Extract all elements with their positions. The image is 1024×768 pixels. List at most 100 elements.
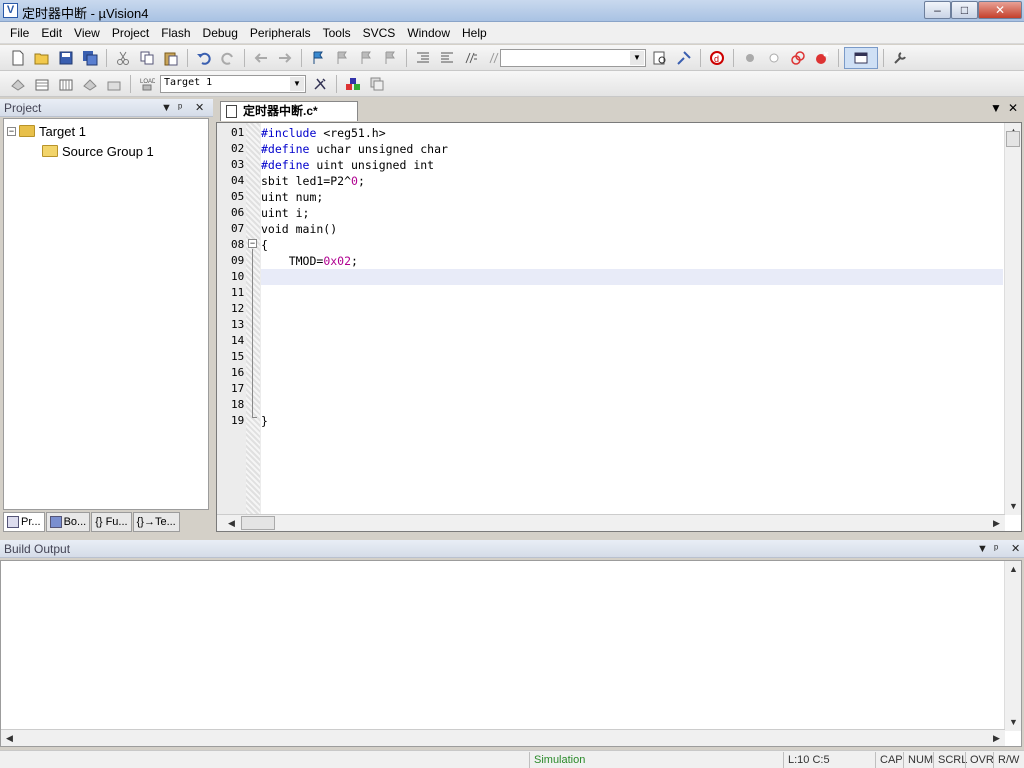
- scroll-down-icon[interactable]: ▼: [1005, 498, 1022, 515]
- code-line[interactable]: sbit led1=P2^0;: [261, 173, 365, 189]
- menu-svcs[interactable]: SVCS: [357, 22, 402, 44]
- code-line[interactable]: }: [261, 413, 268, 429]
- panel-close-icon[interactable]: ✕: [195, 99, 204, 117]
- stop-build-icon[interactable]: [103, 73, 125, 95]
- fold-collapse-icon[interactable]: −: [248, 239, 257, 248]
- enable-breakpoint-icon[interactable]: [763, 47, 785, 69]
- navigate-forward-icon[interactable]: [274, 47, 296, 69]
- menu-help[interactable]: Help: [456, 22, 493, 44]
- tab-list-icon[interactable]: ▼: [990, 101, 1002, 115]
- menu-view[interactable]: View: [68, 22, 106, 44]
- undo-icon[interactable]: [193, 47, 215, 69]
- build-output-text[interactable]: ▲ ▼ ◀ ▶: [0, 560, 1022, 747]
- tab-books[interactable]: Bo...: [45, 512, 91, 532]
- window-layout-icon[interactable]: [844, 47, 878, 69]
- translate-icon[interactable]: [7, 73, 29, 95]
- collapse-icon[interactable]: −: [7, 126, 16, 136]
- vertical-scrollbar[interactable]: ▲ ▼: [1004, 123, 1021, 515]
- scroll-left-icon[interactable]: ◀: [223, 515, 240, 532]
- select-packs-icon[interactable]: [366, 73, 388, 95]
- tree-item-source-group[interactable]: Source Group 1: [42, 142, 154, 160]
- download-load-icon[interactable]: LOAD: [136, 73, 158, 95]
- code-line[interactable]: {: [261, 237, 268, 253]
- rebuild-icon[interactable]: [55, 73, 77, 95]
- menu-file[interactable]: File: [4, 22, 35, 44]
- vertical-scroll-thumb[interactable]: [1006, 131, 1020, 147]
- code-line[interactable]: uint i;: [261, 205, 309, 221]
- build-icon[interactable]: [31, 73, 53, 95]
- find-icon[interactable]: [673, 47, 695, 69]
- menu-project[interactable]: Project: [106, 22, 155, 44]
- scroll-left-icon[interactable]: ◀: [1, 730, 18, 747]
- manage-components-icon[interactable]: [342, 73, 364, 95]
- panel-menu-icon[interactable]: ▼: [161, 99, 172, 117]
- code-line[interactable]: TMOD=0x02;: [261, 253, 358, 269]
- configure-wrench-icon[interactable]: [889, 47, 911, 69]
- code-line[interactable]: #define uchar unsigned char: [261, 141, 448, 157]
- cut-icon[interactable]: [112, 47, 134, 69]
- clear-bookmarks-icon[interactable]: [379, 47, 401, 69]
- menu-flash[interactable]: Flash: [155, 22, 196, 44]
- prev-bookmark-icon[interactable]: [331, 47, 353, 69]
- minimize-button[interactable]: –: [924, 1, 951, 19]
- panel-close-icon[interactable]: ✕: [1011, 540, 1020, 558]
- new-file-icon[interactable]: [7, 47, 29, 69]
- scroll-up-icon[interactable]: ▲: [1005, 561, 1022, 578]
- insert-breakpoint-icon[interactable]: [739, 47, 761, 69]
- comment-icon[interactable]: [460, 47, 482, 69]
- code-token: uchar unsigned char: [309, 142, 448, 156]
- disable-all-breakpoints-icon[interactable]: [787, 47, 809, 69]
- build-horizontal-scrollbar[interactable]: ◀ ▶: [1, 729, 1005, 746]
- editor-tab-file[interactable]: 定时器中断.c*: [220, 101, 358, 121]
- pin-icon[interactable]: ᵖ: [178, 99, 182, 117]
- start-debug-icon[interactable]: d: [706, 47, 728, 69]
- find-combo[interactable]: ▼: [500, 49, 646, 67]
- scroll-down-icon[interactable]: ▼: [1005, 714, 1022, 731]
- tab-functions[interactable]: {} Fu...: [91, 512, 132, 532]
- menu-edit[interactable]: Edit: [35, 22, 68, 44]
- menu-window[interactable]: Window: [401, 22, 456, 44]
- code-line[interactable]: uint num;: [261, 189, 323, 205]
- scroll-right-icon[interactable]: ▶: [988, 730, 1005, 747]
- line-number: 15: [231, 350, 245, 363]
- code-editor[interactable]: 01 #include <reg51.h> 02 #define uchar unsi…: [216, 122, 1022, 532]
- tab-project[interactable]: Pr...: [3, 512, 45, 532]
- navigate-back-icon[interactable]: [250, 47, 272, 69]
- incremental-find-icon[interactable]: [649, 47, 671, 69]
- unindent-icon[interactable]: [436, 47, 458, 69]
- horizontal-scroll-thumb[interactable]: [241, 516, 275, 530]
- code-line[interactable]: #define uint unsigned int: [261, 157, 434, 173]
- indent-icon[interactable]: [412, 47, 434, 69]
- tree-item-target[interactable]: − Target 1: [7, 122, 86, 140]
- target-options-icon[interactable]: [309, 73, 331, 95]
- save-icon[interactable]: [55, 47, 77, 69]
- code-line[interactable]: #include <reg51.h>: [261, 125, 386, 141]
- next-bookmark-icon[interactable]: [355, 47, 377, 69]
- build-vertical-scrollbar[interactable]: ▲ ▼: [1004, 561, 1021, 731]
- paste-icon[interactable]: [160, 47, 182, 69]
- maximize-button[interactable]: □: [951, 1, 978, 19]
- menu-debug[interactable]: Debug: [197, 22, 244, 44]
- horizontal-scrollbar[interactable]: ◀ ▶: [217, 514, 1005, 531]
- pin-icon[interactable]: ᵖ: [994, 540, 998, 558]
- batch-build-icon[interactable]: [79, 73, 101, 95]
- redo-icon[interactable]: [217, 47, 239, 69]
- kill-all-breakpoints-icon[interactable]: [811, 47, 833, 69]
- menu-peripherals[interactable]: Peripherals: [244, 22, 317, 44]
- copy-icon[interactable]: [136, 47, 158, 69]
- books-tab-icon: [49, 516, 62, 528]
- close-button[interactable]: ✕: [978, 1, 1022, 19]
- menu-tools[interactable]: Tools: [317, 22, 357, 44]
- open-folder-icon[interactable]: [31, 47, 53, 69]
- tab-templates[interactable]: {}→Te...: [132, 512, 180, 532]
- tab-close-icon[interactable]: ✕: [1008, 101, 1018, 115]
- chevron-down-icon[interactable]: ▼: [630, 51, 644, 65]
- code-line[interactable]: void main(): [261, 221, 337, 237]
- target-select[interactable]: Target 1 ▼: [160, 75, 306, 93]
- bookmark-icon[interactable]: [307, 47, 329, 69]
- panel-menu-icon[interactable]: ▼: [977, 540, 988, 558]
- chevron-down-icon[interactable]: ▼: [290, 77, 304, 91]
- code-token: TMOD=: [261, 254, 324, 268]
- save-all-icon[interactable]: [79, 47, 101, 69]
- scroll-right-icon[interactable]: ▶: [988, 515, 1005, 532]
